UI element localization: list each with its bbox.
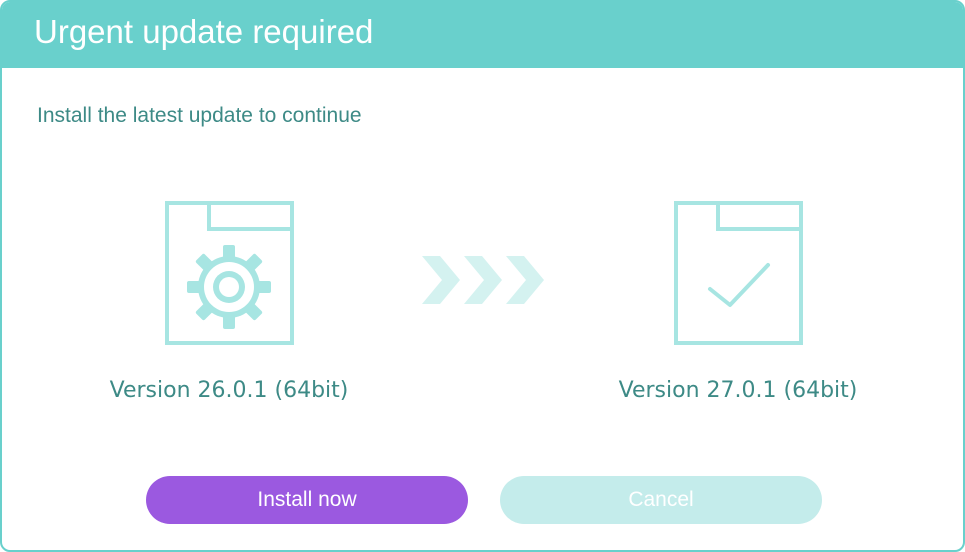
dialog-message: Install the latest update to continue bbox=[37, 104, 362, 127]
current-version-label: Version 26.0.1 (64bit) bbox=[109, 378, 349, 403]
dialog-title: Urgent update required bbox=[34, 13, 374, 50]
settings-file-icon bbox=[165, 201, 294, 345]
update-dialog: Urgent update required Install the lates… bbox=[0, 0, 965, 552]
install-now-button[interactable]: Install now bbox=[146, 476, 468, 524]
checked-file-icon bbox=[674, 201, 803, 345]
dialog-titlebar: Urgent update required bbox=[2, 2, 963, 68]
new-version-label: Version 27.0.1 (64bit) bbox=[618, 378, 858, 403]
triple-chevron-right-icon bbox=[422, 256, 544, 304]
cancel-button[interactable]: Cancel bbox=[500, 476, 822, 524]
